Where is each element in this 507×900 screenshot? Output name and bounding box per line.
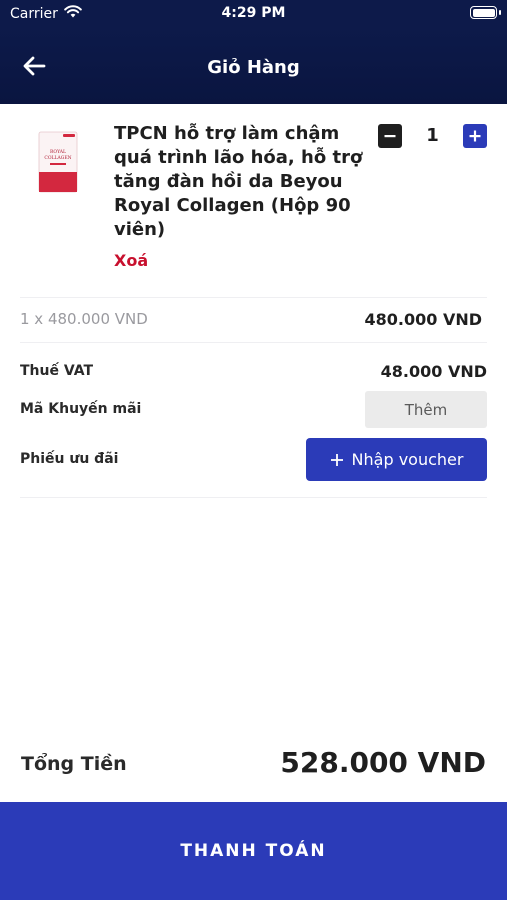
divider bbox=[20, 497, 487, 498]
add-promo-code-button[interactable]: Thêm bbox=[365, 391, 487, 428]
remove-item-link[interactable]: Xoá bbox=[114, 251, 148, 270]
decrease-quantity-button[interactable] bbox=[378, 124, 402, 148]
battery-nub bbox=[499, 10, 501, 15]
increase-quantity-button[interactable] bbox=[463, 124, 487, 148]
promo-code-label: Mã Khuyến mãi bbox=[20, 401, 142, 417]
page-title: Giỏ Hàng bbox=[207, 57, 300, 78]
minus-icon bbox=[384, 135, 396, 138]
voucher-label: Phiếu ưu đãi bbox=[20, 451, 119, 467]
cart-item: ROYAL COLLAGEN TPCN hỗ trợ làm chậm quá … bbox=[0, 104, 507, 294]
plus-icon bbox=[330, 453, 343, 466]
thumbnail-text-1: ROYAL bbox=[50, 149, 66, 155]
line-description: 1 x 480.000 VND bbox=[20, 310, 148, 328]
enter-voucher-label: Nhập voucher bbox=[351, 450, 464, 469]
total-label: Tổng Tiền bbox=[21, 753, 127, 775]
plus-icon bbox=[469, 130, 481, 142]
divider bbox=[20, 342, 487, 343]
vat-label: Thuế VAT bbox=[20, 363, 94, 379]
checkout-button[interactable]: THANH TOÁN bbox=[0, 802, 507, 900]
quantity-value: 1 bbox=[426, 125, 439, 146]
enter-voucher-button[interactable]: Nhập voucher bbox=[306, 438, 487, 481]
battery-icon bbox=[470, 6, 497, 19]
line-total: 480.000 VND bbox=[364, 310, 483, 329]
product-name[interactable]: TPCN hỗ trợ làm chậm quá trình lão hóa, … bbox=[114, 122, 370, 242]
navigation-bar: Giỏ Hàng bbox=[0, 26, 507, 104]
status-bar: Carrier 4:29 PM bbox=[0, 0, 507, 26]
divider bbox=[20, 297, 487, 298]
product-image[interactable]: ROYAL COLLAGEN bbox=[30, 124, 86, 200]
thumbnail-text-2: COLLAGEN bbox=[44, 155, 71, 161]
total-value: 528.000 VND bbox=[280, 746, 486, 779]
vat-value: 48.000 VND bbox=[380, 362, 487, 381]
status-time: 4:29 PM bbox=[221, 5, 286, 21]
